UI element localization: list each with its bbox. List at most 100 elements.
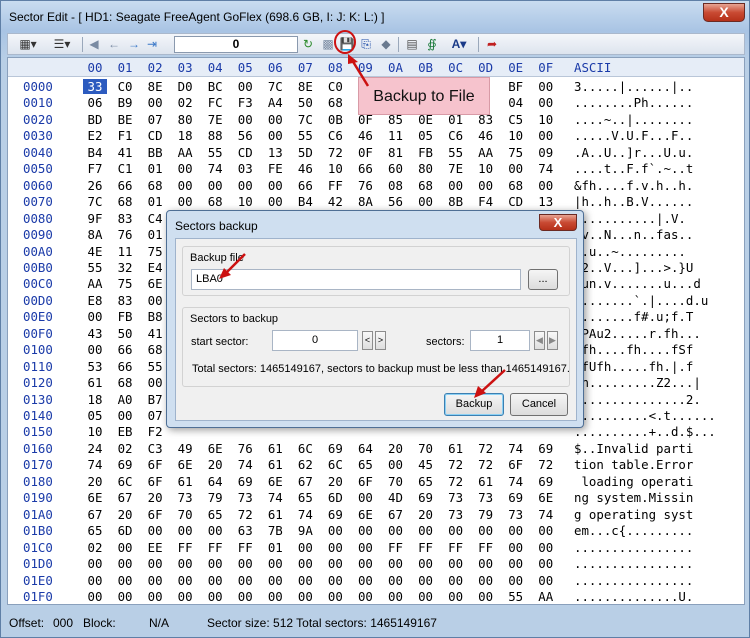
hex-byte[interactable]: 68 [113,194,137,209]
hex-byte[interactable]: 00 [263,556,287,571]
hex-byte[interactable]: 00 [414,556,438,571]
hex-byte[interactable]: 00 [83,589,107,604]
ascii-text[interactable]: .A..U..]r...U.u. [574,145,693,160]
hex-byte[interactable]: 6E [143,276,167,291]
hex-byte[interactable]: 68 [203,194,227,209]
hex-byte[interactable]: EB [113,424,137,439]
hex-byte[interactable]: 01 [143,161,167,176]
hex-byte[interactable]: 68 [143,178,167,193]
hex-byte[interactable]: 61 [263,457,287,472]
hex-byte[interactable]: 00 [323,540,347,555]
hex-byte[interactable]: 00 [83,556,107,571]
ascii-text[interactable]: $..Invalid parti [574,441,693,456]
hex-byte[interactable]: 9F [83,211,107,226]
hex-byte[interactable]: 00 [83,573,107,588]
ascii-text[interactable]: U2..V...]...>.}U [574,260,693,275]
hex-byte[interactable]: 66 [293,178,317,193]
ascii-text[interactable]: .....V.U.F...F.. [574,128,693,143]
hex-byte[interactable]: 00 [143,293,167,308]
hex-byte[interactable]: B4 [83,145,107,160]
hex-byte[interactable]: 00 [474,178,498,193]
hex-byte[interactable]: 46 [474,128,498,143]
hex-byte[interactable]: 73 [173,490,197,505]
hex-byte[interactable]: 8E [143,79,167,94]
hex-byte[interactable]: 69 [323,507,347,522]
hex-byte[interactable]: 00 [173,178,197,193]
hex-byte[interactable]: 00 [173,161,197,176]
refresh-icon[interactable]: ↻ [300,36,316,53]
hex-byte[interactable]: 61 [83,375,107,390]
hex-byte[interactable]: F1 [113,128,137,143]
hex-byte[interactable]: 65 [203,507,227,522]
hex-byte[interactable]: 10 [83,424,107,439]
hex-byte[interactable]: 00 [323,589,347,604]
ascii-text[interactable]: .fh....fh....fSf [574,342,693,357]
hex-byte[interactable]: 72 [534,457,558,472]
hex-byte[interactable]: 7C [263,79,287,94]
hex-byte[interactable]: 74 [534,161,558,176]
hex-byte[interactable]: 02 [113,441,137,456]
hex-byte[interactable]: 46 [353,128,377,143]
hex-byte[interactable]: 4D [384,490,408,505]
ascii-text[interactable]: ..........<.t...... [574,408,716,423]
hex-byte[interactable]: 00 [384,523,408,538]
hex-byte[interactable]: 6F [353,474,377,489]
hex-byte[interactable]: 00 [353,556,377,571]
hex-byte[interactable]: 55 [83,260,107,275]
hex-byte[interactable]: 72 [444,457,468,472]
ascii-text[interactable]: |h..h..B.V...... [574,194,693,209]
ascii-text[interactable]: N.u..~......... [574,244,686,259]
hex-byte[interactable]: AA [474,145,498,160]
hex-byte[interactable]: 00 [444,589,468,604]
hex-byte[interactable]: 00 [444,573,468,588]
hex-byte[interactable]: C6 [323,128,347,143]
hex-byte[interactable]: 79 [474,507,498,522]
hex-byte[interactable]: 61 [263,441,287,456]
hex-byte[interactable]: 00 [504,161,528,176]
hex-byte[interactable]: 7B [263,523,287,538]
hex-byte[interactable]: 00 [263,573,287,588]
hex-byte[interactable]: C1 [113,161,137,176]
hex-byte[interactable]: 00 [444,523,468,538]
ascii-text[interactable]: .v..N...n..fas.. [574,227,693,242]
hex-byte[interactable]: 61 [444,441,468,456]
hex-byte[interactable]: 72 [474,457,498,472]
hex-byte[interactable]: 11 [113,244,137,259]
hex-byte[interactable]: FF [414,540,438,555]
ascii-text[interactable]: ...............2. [574,392,701,407]
hex-byte[interactable]: FB [414,145,438,160]
hex-byte[interactable]: 79 [203,490,227,505]
dialog-close-button[interactable]: X [539,214,577,231]
cancel-button[interactable]: Cancel [510,393,568,416]
hex-byte[interactable]: C0 [323,79,347,94]
hex-byte[interactable]: 00 [173,523,197,538]
ascii-text[interactable]: ....~..|........ [574,112,693,127]
hex-byte[interactable]: 74 [504,441,528,456]
backup-file-input[interactable]: LBA0 [191,269,521,290]
backup-to-file-icon[interactable]: 💾 [338,36,356,53]
hex-byte[interactable]: 10 [474,161,498,176]
hex-byte[interactable]: 50 [293,95,317,110]
hex-byte[interactable]: 13 [534,194,558,209]
hex-byte[interactable]: 00 [534,178,558,193]
hex-byte[interactable]: 00 [353,540,377,555]
hex-byte[interactable]: 73 [504,507,528,522]
hex-byte[interactable]: 68 [504,178,528,193]
hex-byte[interactable]: 65 [353,457,377,472]
hex-byte[interactable]: 00 [323,523,347,538]
hex-byte[interactable]: 00 [504,540,528,555]
hex-byte[interactable]: 64 [353,441,377,456]
hex-byte[interactable]: 83 [113,211,137,226]
hex-byte[interactable]: 4E [83,244,107,259]
next-sector-icon[interactable]: → [126,36,142,53]
hex-byte[interactable]: 00 [293,556,317,571]
hex-byte[interactable]: 00 [173,589,197,604]
hex-byte[interactable]: 01 [143,194,167,209]
hex-byte[interactable]: 6C [113,474,137,489]
hex-byte[interactable]: 0F [353,145,377,160]
window-close-button[interactable]: X [703,3,745,22]
hex-byte[interactable]: 67 [113,490,137,505]
hex-byte[interactable]: 61 [173,474,197,489]
start-sector-input[interactable]: 0 [272,330,358,351]
hex-byte[interactable]: 20 [143,490,167,505]
